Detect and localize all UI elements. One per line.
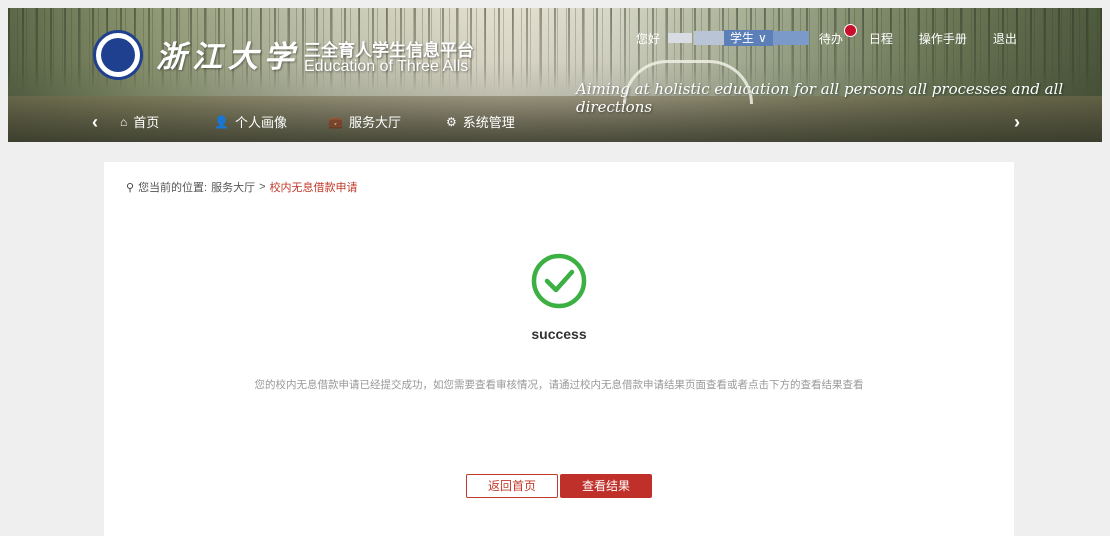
todo-label: 待办 bbox=[818, 31, 843, 46]
nav-item-home[interactable]: ⌂ 首页 bbox=[120, 112, 159, 131]
nav-item-profile[interactable]: 👤 个人画像 bbox=[214, 112, 287, 131]
briefcase-icon: 💼 bbox=[328, 114, 343, 129]
breadcrumb-parent[interactable]: 服务大厅 bbox=[211, 179, 255, 195]
chevron-down-icon: ∨ bbox=[758, 31, 767, 45]
nav-next-arrow-icon[interactable]: › bbox=[1014, 112, 1020, 133]
breadcrumb-separator: > bbox=[259, 181, 266, 193]
user-bar: 您好 学生 ∨ 待办 日程 操作手册 退出 bbox=[636, 23, 1017, 48]
breadcrumb-prefix: 您当前的位置: bbox=[138, 182, 208, 194]
schedule-link[interactable]: 日程 bbox=[869, 30, 893, 47]
location-pin-icon: ⚲ bbox=[126, 181, 135, 194]
role-label: 学生 bbox=[730, 31, 755, 45]
home-icon: ⌂ bbox=[120, 114, 128, 129]
manual-link[interactable]: 操作手册 bbox=[919, 30, 967, 47]
content-panel: ⚲ 您当前的位置: 服务大厅 > 校内无息借款申请 success 您的校内无息… bbox=[104, 162, 1014, 536]
notification-badge-icon bbox=[843, 23, 857, 37]
greeting-text: 您好 bbox=[636, 31, 661, 46]
redacted-username-part bbox=[694, 31, 725, 45]
university-seal-icon[interactable] bbox=[93, 30, 143, 80]
todo-link[interactable]: 待办 bbox=[818, 23, 857, 47]
main-nav: ‹ ⌂ 首页 👤 个人画像 💼 服务大厅 ⚙ 系统管理 › bbox=[8, 106, 1102, 138]
logout-link[interactable]: 退出 bbox=[993, 30, 1017, 47]
role-selector[interactable]: 学生 ∨ bbox=[724, 30, 773, 46]
nav-item-label: 系统管理 bbox=[462, 115, 515, 130]
nav-item-label: 服务大厅 bbox=[348, 115, 401, 130]
nav-item-service-hall[interactable]: 💼 服务大厅 bbox=[328, 112, 401, 131]
return-home-button[interactable]: 返回首页 bbox=[466, 474, 558, 498]
university-logo-text[interactable]: 浙江大学 bbox=[156, 32, 300, 76]
redacted-username-part bbox=[668, 33, 693, 43]
success-check-icon bbox=[531, 253, 587, 309]
success-message: 您的校内无息借款申请已经提交成功，如您需要查看审核情况，请通过校内无息借款申请结… bbox=[254, 379, 864, 391]
breadcrumb: ⚲ 您当前的位置: 服务大厅 > 校内无息借款申请 bbox=[126, 179, 358, 195]
view-result-button[interactable]: 查看结果 bbox=[560, 474, 652, 498]
nav-item-label: 个人画像 bbox=[234, 115, 287, 130]
nav-prev-arrow-icon[interactable]: ‹ bbox=[92, 112, 98, 133]
success-title: success bbox=[531, 326, 587, 342]
nav-item-system-admin[interactable]: ⚙ 系统管理 bbox=[446, 112, 515, 131]
gears-icon: ⚙ bbox=[446, 114, 457, 129]
breadcrumb-current: 校内无息借款申请 bbox=[269, 182, 358, 194]
platform-title-en: Education of Three Alls bbox=[304, 58, 469, 75]
user-icon: 👤 bbox=[214, 114, 229, 129]
redacted-role-part bbox=[772, 31, 809, 45]
nav-item-label: 首页 bbox=[133, 115, 160, 130]
